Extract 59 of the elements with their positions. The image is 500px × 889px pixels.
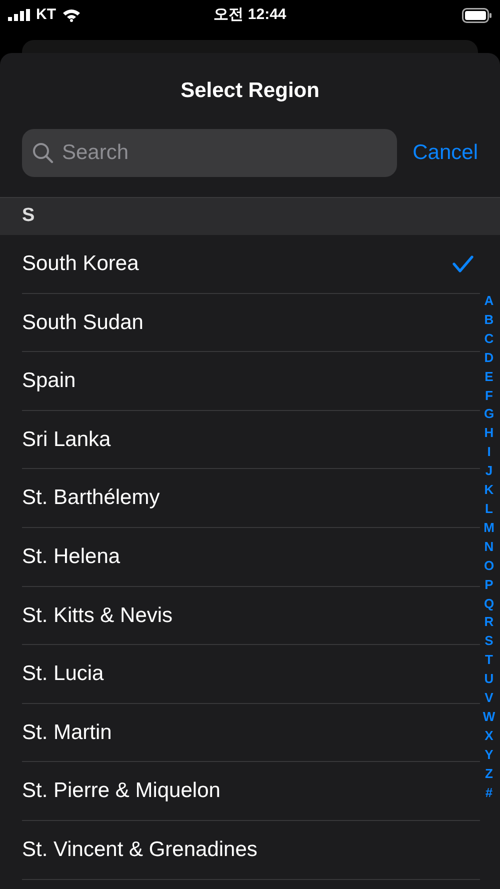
status-time: 오전 12:44 xyxy=(214,4,286,25)
region-row[interactable]: St. Barthélemy xyxy=(22,469,480,528)
index-letter[interactable]: D xyxy=(484,348,494,368)
region-name: St. Helena xyxy=(22,544,120,570)
region-row[interactable]: St. Martin xyxy=(22,704,480,762)
index-letter[interactable]: X xyxy=(484,726,494,746)
index-letter[interactable]: S xyxy=(484,632,494,652)
search-icon xyxy=(32,142,54,164)
index-letter[interactable]: # xyxy=(485,784,493,802)
region-row[interactable]: Sri Lanka xyxy=(22,410,480,470)
index-letter[interactable]: F xyxy=(485,386,493,406)
region-name: St. Vincent & Grenadines xyxy=(22,836,258,863)
index-letter[interactable]: R xyxy=(484,613,494,632)
section-header: S xyxy=(22,204,35,228)
index-letter[interactable]: H xyxy=(484,424,494,444)
region-name: St. Martin xyxy=(22,720,112,746)
index-letter[interactable]: W xyxy=(482,708,496,727)
region-name: St. Lucia xyxy=(22,661,104,688)
index-letter[interactable]: V xyxy=(484,689,494,708)
index-letter[interactable]: A xyxy=(484,292,494,311)
index-letter[interactable]: J xyxy=(485,462,493,482)
index-letter[interactable]: K xyxy=(484,481,494,500)
carrier-name: KT xyxy=(36,4,56,25)
index-letter[interactable]: G xyxy=(484,405,494,424)
index-letter[interactable]: E xyxy=(484,368,494,387)
index-letter[interactable]: N xyxy=(484,538,494,557)
index-letter[interactable]: T xyxy=(485,651,493,670)
region-row[interactable]: St. Vincent & Grenadines xyxy=(22,820,480,880)
region-row[interactable]: St. Helena xyxy=(22,528,480,587)
wifi-icon xyxy=(62,8,81,22)
region-row[interactable]: St. Pierre & Miquelon xyxy=(22,762,480,821)
index-letter[interactable]: B xyxy=(484,310,494,330)
sheet-title: Select Region xyxy=(180,78,320,104)
index-letter[interactable]: C xyxy=(484,330,494,349)
index-letter[interactable]: P xyxy=(484,576,494,594)
region-name: South Korea xyxy=(22,251,139,278)
region-name: St. Kitts & Nevis xyxy=(22,602,173,629)
index-letter[interactable]: Q xyxy=(484,594,494,614)
index-letter[interactable]: O xyxy=(484,556,494,576)
region-name: Spain xyxy=(22,368,76,394)
cancel-button[interactable]: Cancel xyxy=(412,137,478,169)
region-row[interactable]: South Sudan xyxy=(22,294,480,352)
region-row[interactable]: St. Kitts & Nevis xyxy=(22,586,480,646)
region-name: St. Pierre & Miquelon xyxy=(22,778,220,804)
region-row[interactable]: South Korea xyxy=(22,235,480,294)
index-letter[interactable]: Z xyxy=(485,764,493,784)
signal-icon xyxy=(8,9,30,21)
region-row[interactable]: St. Lucia xyxy=(22,645,480,704)
region-row[interactable]: Spain xyxy=(22,352,480,411)
index-letter[interactable]: M xyxy=(484,518,494,538)
index-letter[interactable]: Y xyxy=(484,746,494,765)
search-field[interactable]: Search xyxy=(22,129,397,177)
index-letter[interactable]: I xyxy=(487,443,491,462)
region-name: St. Barthélemy xyxy=(22,485,160,512)
region-name: South Sudan xyxy=(22,310,144,336)
battery-icon xyxy=(462,8,492,22)
index-letter[interactable]: L xyxy=(485,500,493,519)
region-name: Sri Lanka xyxy=(22,426,111,453)
index-letter[interactable]: U xyxy=(484,670,494,690)
